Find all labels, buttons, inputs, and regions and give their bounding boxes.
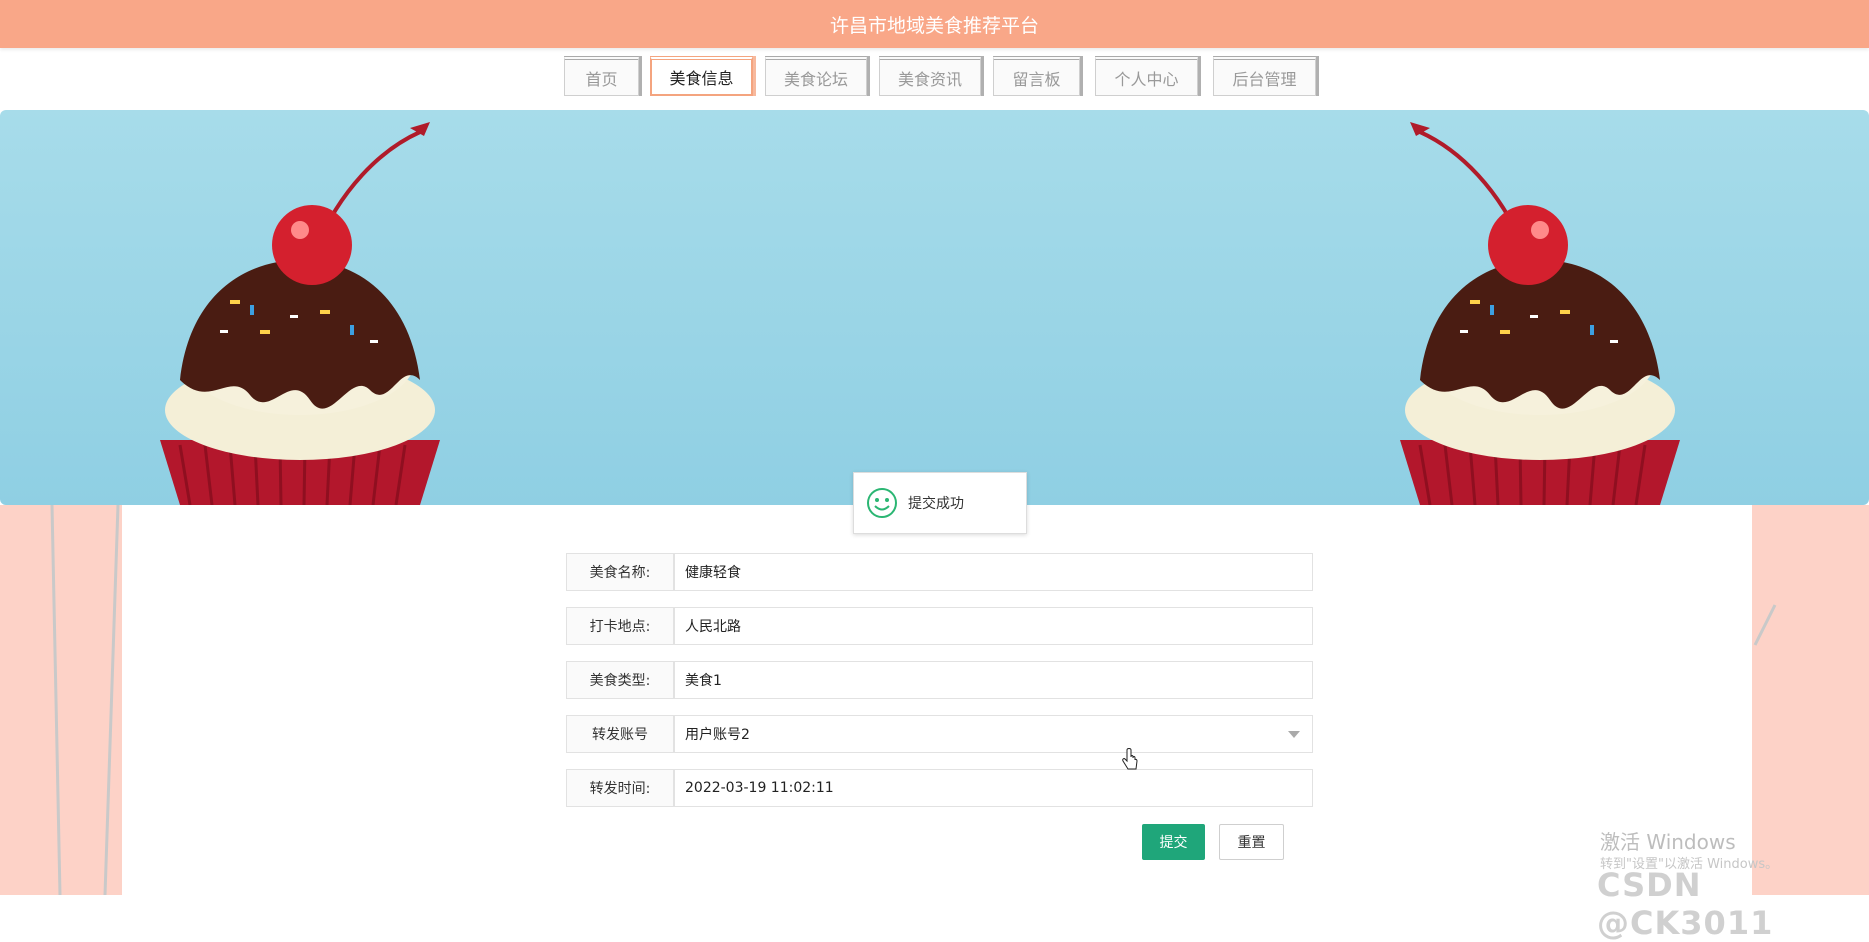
forward-time-input[interactable]: 2022-03-19 11:02:11 [674, 769, 1313, 807]
curtain-lines-left [50, 504, 120, 896]
forward-account-label: 转发账号 [566, 715, 674, 753]
right-decoration [1745, 505, 1869, 895]
cupcake-right [1400, 122, 1680, 505]
tab-personal-center[interactable]: 个人中心 [1095, 56, 1198, 96]
tab-food-forum[interactable]: 美食论坛 [765, 56, 867, 96]
forward-account-select[interactable]: 用户账号2 [674, 715, 1313, 753]
form-row-location: 打卡地点: 人民北路 [566, 607, 1313, 645]
site-header: 许昌市地域美食推荐平台 [0, 0, 1869, 48]
curtain-lines-right [1753, 604, 1777, 646]
reset-button[interactable]: 重置 [1219, 824, 1284, 860]
food-name-input[interactable]: 健康轻食 [674, 553, 1313, 591]
food-name-label: 美食名称: [566, 553, 674, 591]
tab-message-board[interactable]: 留言板 [993, 56, 1080, 96]
location-label: 打卡地点: [566, 607, 674, 645]
smile-icon [867, 488, 897, 518]
cupcake-left [160, 122, 440, 505]
main-nav: 首页 美食信息 美食论坛 美食资讯 留言板 个人中心 后台管理 [0, 56, 1869, 100]
form-row-forward-time: 转发时间: 2022-03-19 11:02:11 [566, 769, 1313, 807]
hand-cursor-icon [1122, 748, 1138, 770]
form-row-food-type: 美食类型: 美食1 [566, 661, 1313, 699]
tab-food-info[interactable]: 美食信息 [650, 56, 753, 96]
food-type-input[interactable]: 美食1 [674, 661, 1313, 699]
tab-food-news[interactable]: 美食资讯 [879, 56, 981, 96]
activate-windows-title: 激活 Windows [1600, 830, 1736, 854]
site-title: 许昌市地域美食推荐平台 [829, 14, 1039, 37]
chevron-down-icon [1288, 731, 1300, 738]
toast-message: 提交成功 [908, 496, 964, 512]
form-row-forward-account: 转发账号 用户账号2 [566, 715, 1313, 753]
success-toast: 提交成功 [853, 472, 1027, 534]
cupcake-banner-image [160, 122, 1680, 505]
submit-button[interactable]: 提交 [1142, 824, 1205, 860]
hero-banner [0, 110, 1869, 505]
forward-account-value: 用户账号2 [685, 727, 750, 743]
food-type-label: 美食类型: [566, 661, 674, 699]
left-decoration [0, 504, 130, 896]
csdn-watermark: CSDN @CK3011 [1597, 866, 1774, 942]
form-row-food-name: 美食名称: 健康轻食 [566, 553, 1313, 591]
tab-admin[interactable]: 后台管理 [1213, 56, 1316, 96]
tab-home[interactable]: 首页 [564, 56, 639, 96]
forward-time-label: 转发时间: [566, 769, 674, 807]
location-input[interactable]: 人民北路 [674, 607, 1313, 645]
